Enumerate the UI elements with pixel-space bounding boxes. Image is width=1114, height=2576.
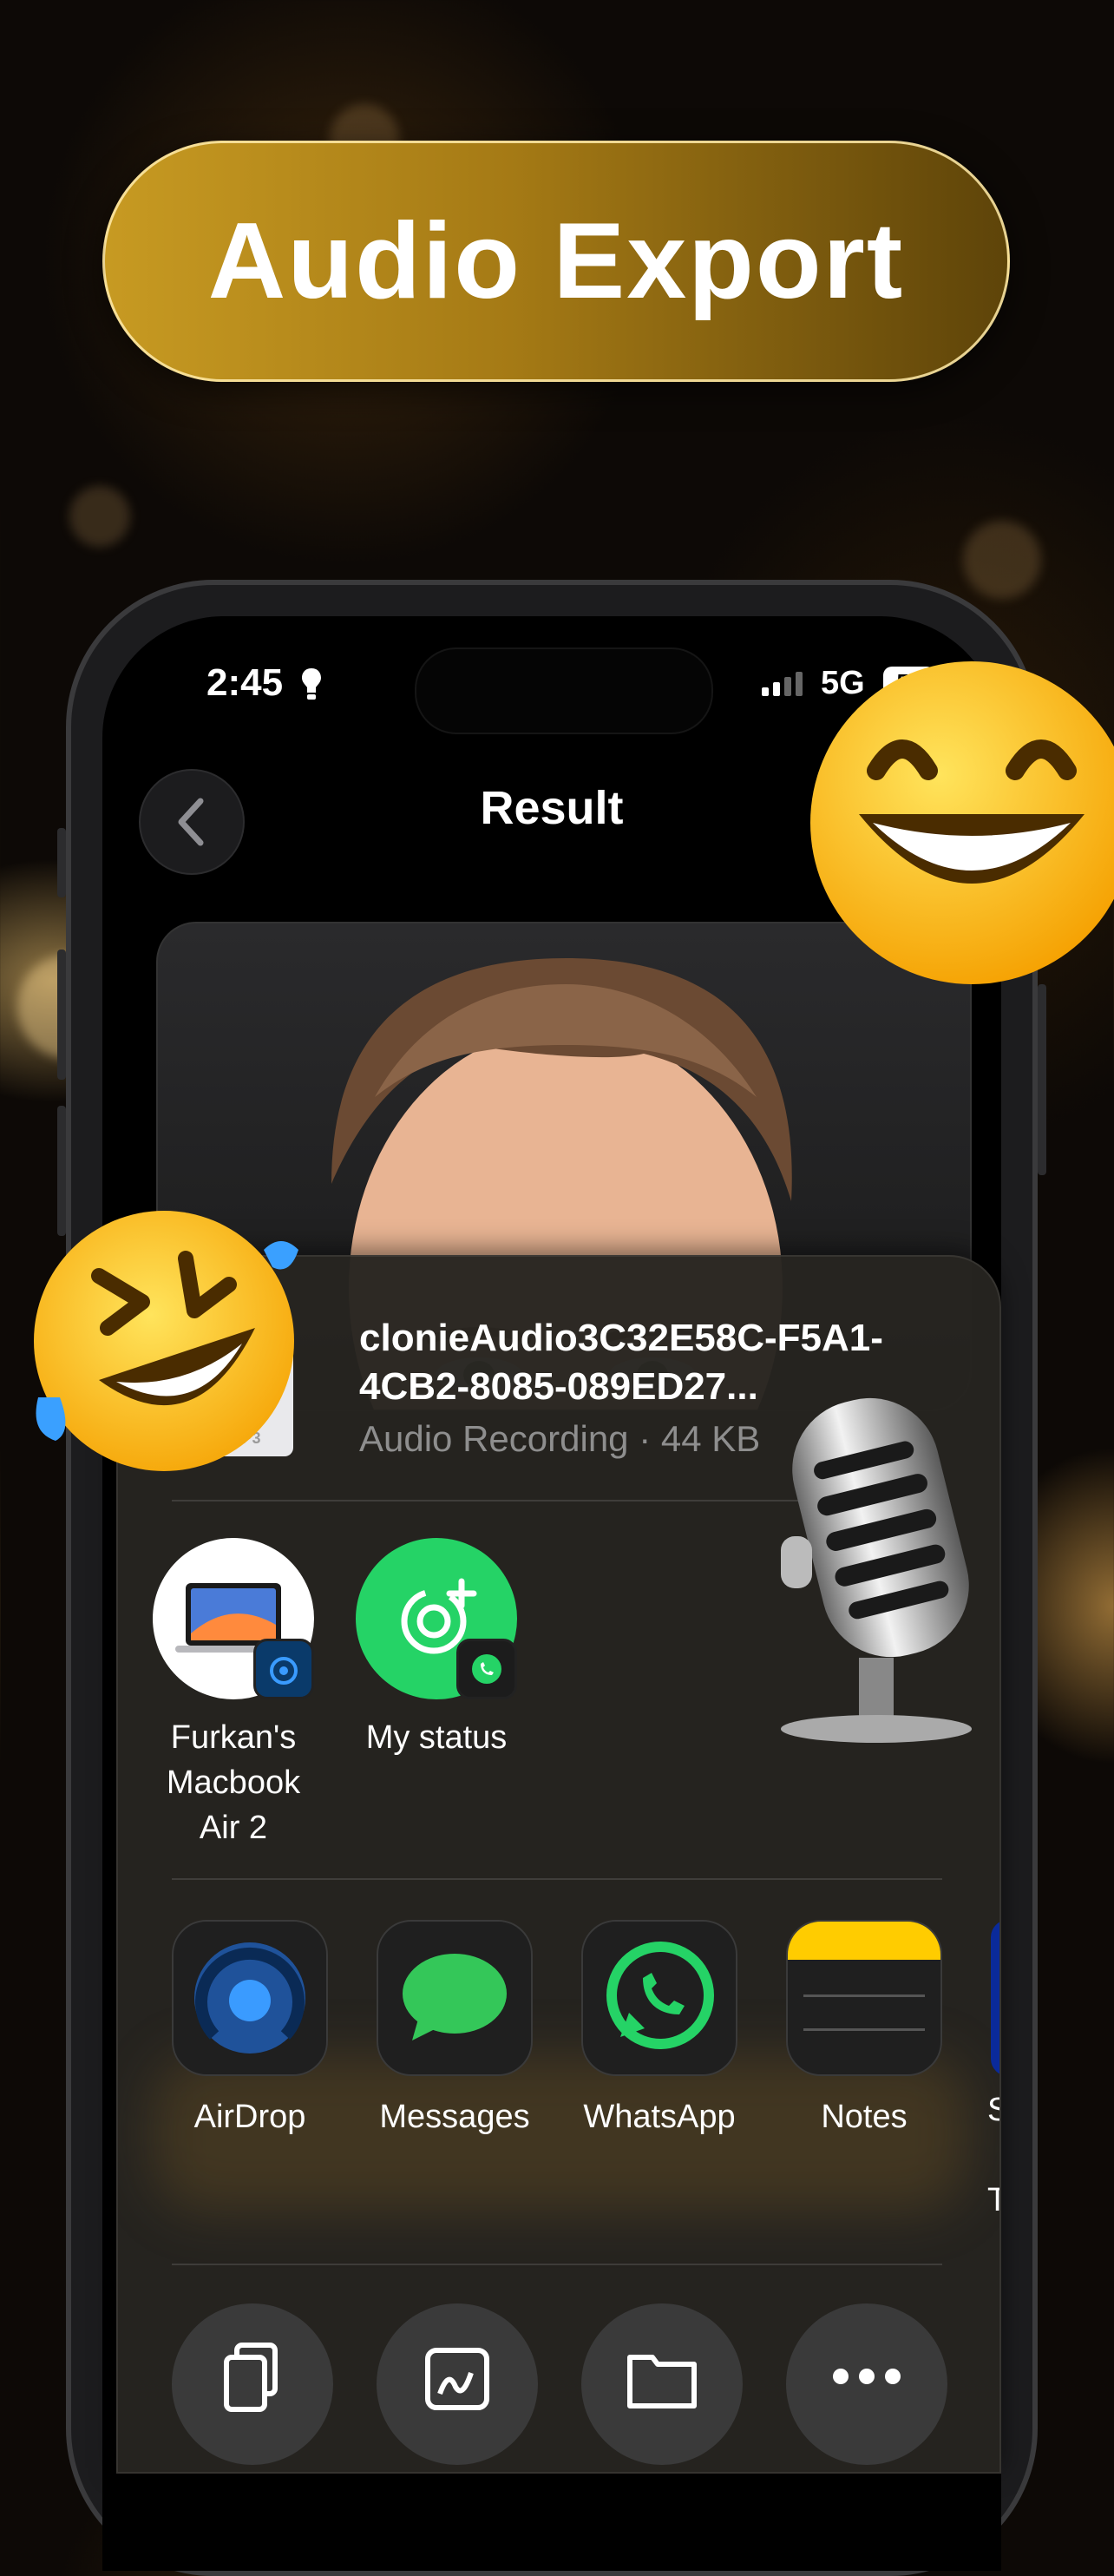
more-icon [833, 2369, 901, 2384]
flashlight-icon [300, 667, 323, 706]
signal-icon [762, 672, 803, 696]
app-label: Messages [379, 2099, 530, 2135]
people-row: Furkan's Macbook Air 2 My status [153, 1538, 517, 1850]
divider [172, 1878, 942, 1880]
markup-button[interactable] [377, 2303, 538, 2465]
rofl-emoji-icon [34, 1211, 298, 1471]
airdrop-badge-icon [253, 1639, 314, 1699]
share-target-my-status[interactable]: My status [356, 1538, 517, 1850]
phone-button [57, 828, 66, 897]
title-banner: Audio Export [102, 141, 1010, 382]
phone-button [1038, 984, 1046, 1175]
app-notes[interactable]: Notes [786, 1920, 942, 2136]
save-to-files-button[interactable] [581, 2303, 743, 2465]
markup-icon [425, 2348, 489, 2410]
partial-app-label: T [987, 2182, 999, 2219]
partial-app-icon[interactable] [991, 1920, 999, 2076]
divider [172, 2264, 942, 2265]
messages-icon [377, 1920, 533, 2076]
notes-icon [786, 1920, 942, 2076]
app-messages[interactable]: Messages [377, 1920, 533, 2136]
avatar [356, 1538, 517, 1699]
app-label: AirDrop [193, 2099, 306, 2135]
app-whatsapp[interactable]: WhatsApp [581, 1920, 737, 2136]
avatar [153, 1538, 314, 1699]
bokeh-light [963, 521, 1041, 599]
whatsapp-badge-icon [456, 1639, 517, 1699]
banner-title: Audio Export [207, 201, 905, 321]
copy-button[interactable] [172, 2303, 333, 2465]
bokeh-light [69, 486, 130, 547]
app-label: Notes [821, 2099, 908, 2135]
grinning-emoji-icon [810, 661, 1114, 984]
share-target-label: Furkan's Macbook Air 2 [166, 1719, 301, 1846]
app-label: WhatsApp [583, 2099, 736, 2135]
phone-button [57, 950, 66, 1080]
folder-icon [627, 2355, 697, 2408]
status-time: 2:45 [206, 661, 284, 704]
share-target-macbook[interactable]: Furkan's Macbook Air 2 [153, 1538, 314, 1850]
app-airdrop[interactable]: AirDrop [172, 1920, 328, 2136]
file-meta: Audio Recording · 44 KB [359, 1418, 761, 1459]
microphone-icon [781, 1397, 972, 1743]
copy-icon [224, 2343, 278, 2412]
partial-app-label: S [987, 2092, 999, 2129]
apps-row: AirDrop Messages WhatsApp Notes [172, 1920, 942, 2136]
dynamic-island [415, 647, 713, 734]
whatsapp-icon [581, 1920, 737, 2076]
airdrop-icon [172, 1920, 328, 2076]
actions-row [172, 2303, 947, 2465]
more-button[interactable] [786, 2303, 947, 2465]
share-target-label: My status [365, 1719, 508, 1756]
